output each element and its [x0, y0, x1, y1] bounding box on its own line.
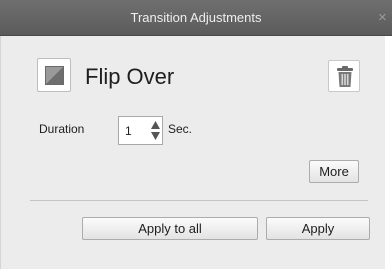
window-edge	[385, 36, 392, 269]
transition-thumbnail-button[interactable]	[37, 58, 71, 92]
apply-to-all-button[interactable]: Apply to all	[82, 217, 258, 240]
transition-name: Flip Over	[85, 64, 175, 89]
more-button[interactable]: More	[309, 160, 359, 183]
close-icon[interactable]: ×	[378, 8, 392, 28]
title-bar[interactable]: Transition Adjustments ×	[0, 0, 392, 36]
dialog-title: Transition Adjustments	[130, 10, 262, 25]
divider	[30, 200, 368, 201]
duration-value[interactable]: 1	[125, 124, 132, 138]
trash-icon	[337, 66, 353, 87]
delete-transition-button[interactable]	[328, 60, 360, 92]
duration-unit-label: Sec.	[168, 122, 193, 136]
duration-stepper[interactable]: 1	[118, 116, 163, 145]
apply-button[interactable]: Apply	[266, 217, 370, 240]
flip-over-thumbnail-icon	[45, 66, 64, 85]
duration-label: Duration	[39, 122, 85, 136]
transition-adjustments-dialog: Transition Adjustments × Flip Over Durat…	[0, 0, 392, 269]
stepper-arrows-icon[interactable]	[150, 119, 161, 142]
